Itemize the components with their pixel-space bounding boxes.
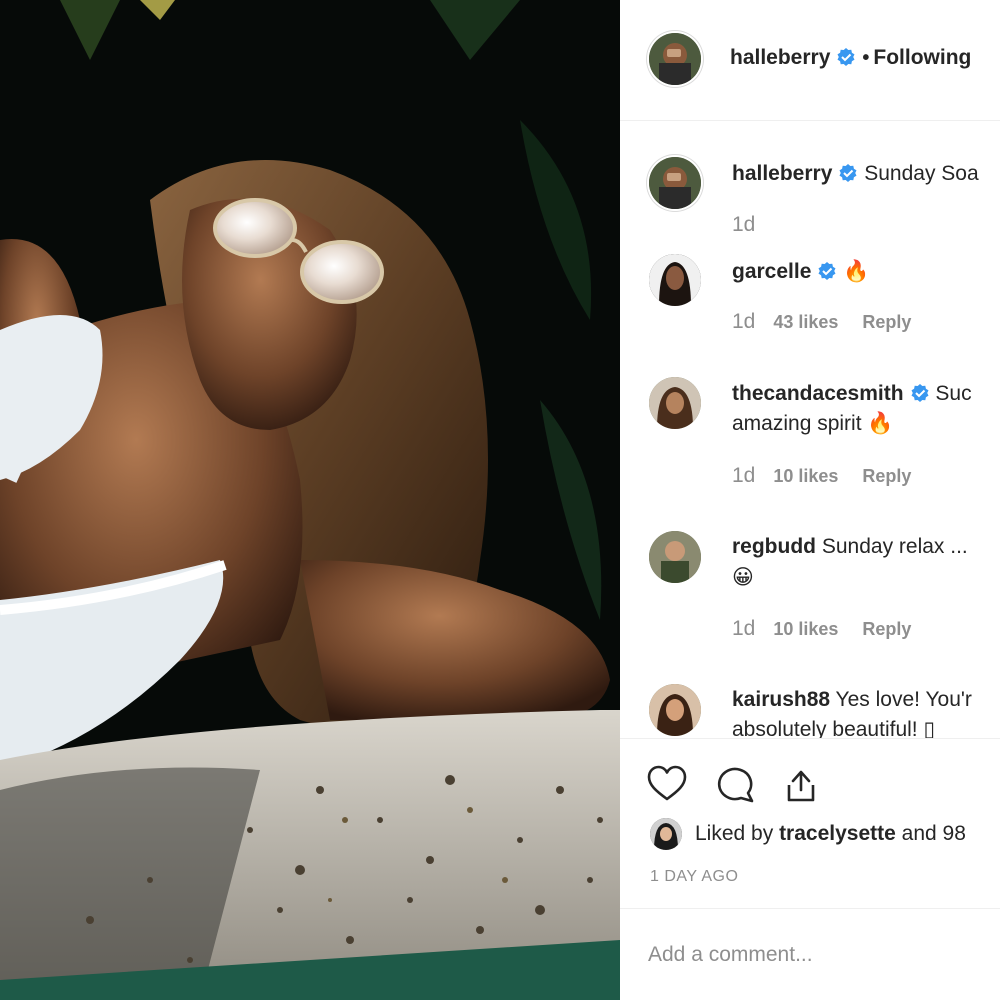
comment-likes[interactable]: 43 likes xyxy=(773,312,838,332)
avatar[interactable] xyxy=(649,684,701,736)
reply-button[interactable]: Reply xyxy=(862,619,911,639)
comment-username[interactable]: halleberry xyxy=(732,162,832,185)
liker-username[interactable]: tracelysette xyxy=(779,822,896,845)
post-header: halleberry • Following xyxy=(620,0,1000,121)
comment-likes[interactable]: 10 likes xyxy=(773,619,838,639)
verified-badge-icon xyxy=(818,262,836,280)
avatar[interactable] xyxy=(649,33,701,85)
comment-line: halleberry Sunday Soa xyxy=(732,159,979,189)
avatar-image xyxy=(649,254,701,306)
post-panel: halleberry • Following halleberry Sunday S… xyxy=(620,0,1000,1000)
avatar-image xyxy=(649,377,701,429)
avatar-image xyxy=(649,684,701,736)
comment-time[interactable]: 1d xyxy=(732,310,755,333)
comment-time[interactable]: 1d xyxy=(732,213,755,236)
comment-username[interactable]: regbudd xyxy=(732,535,816,558)
photo-illustration xyxy=(0,0,620,1000)
comment-text: Yes love! You'r xyxy=(835,688,972,711)
share-icon[interactable] xyxy=(780,763,822,805)
verified-badge-icon xyxy=(911,384,929,402)
comment-likes[interactable]: 10 likes xyxy=(773,466,838,486)
liked-by-text: Liked by tracelysette and 98 xyxy=(695,822,966,846)
avatar[interactable] xyxy=(649,157,701,209)
heart-icon[interactable] xyxy=(646,763,688,805)
comment-username[interactable]: kairush88 xyxy=(732,688,830,711)
avatar-image xyxy=(650,818,682,850)
comment-line: garcelle 🔥 xyxy=(732,256,869,287)
comment-line: regbudd Sunday relax ... xyxy=(732,532,968,562)
comment-line: kairush88 Yes love! You'r xyxy=(732,685,972,715)
avatar[interactable] xyxy=(649,531,701,583)
comment-text-continued: 😀 xyxy=(732,565,754,589)
comment-meta: 1d 43 likes Reply xyxy=(732,310,935,334)
header-username[interactable]: halleberry xyxy=(730,46,830,69)
header-user-line: halleberry • Following xyxy=(730,46,971,70)
comment-icon[interactable] xyxy=(714,763,756,805)
comment-username[interactable]: thecandacesmith xyxy=(732,382,904,405)
verified-badge-icon xyxy=(837,48,855,66)
comment-line-2: absolutely beautiful! ▯ xyxy=(732,715,935,738)
comment-line-2: 😀 xyxy=(732,562,754,592)
comment-text: Sunday Soa xyxy=(864,162,979,185)
avatar-image xyxy=(649,157,701,209)
avatar-image xyxy=(649,33,701,85)
comment-line: thecandacesmith Suc xyxy=(732,379,972,409)
post-photo[interactable] xyxy=(0,0,620,1000)
avatar[interactable] xyxy=(649,254,701,306)
comment-text: Sunday relax ... xyxy=(821,535,968,558)
reply-button[interactable]: Reply xyxy=(862,312,911,332)
comment-line-2: amazing spirit 🔥 xyxy=(732,409,894,439)
comment-meta: 1d xyxy=(732,213,773,237)
following-button[interactable]: Following xyxy=(873,46,971,69)
comment-username[interactable]: garcelle xyxy=(732,260,811,283)
comment-meta: 1d 10 likes Reply xyxy=(732,464,935,488)
comment-time[interactable]: 1d xyxy=(732,617,755,640)
comment-meta: 1d 10 likes Reply xyxy=(732,617,935,641)
comment-text-continued: absolutely beautiful! ▯ xyxy=(732,718,936,738)
avatar-image xyxy=(649,531,701,583)
add-comment-bar xyxy=(620,908,1000,1000)
post-timestamp[interactable]: 1 DAY AGO xyxy=(650,868,738,886)
comment-time[interactable]: 1d xyxy=(732,464,755,487)
liker-avatar[interactable] xyxy=(650,818,682,850)
reply-button[interactable]: Reply xyxy=(862,466,911,486)
likes-count[interactable]: and 98 xyxy=(896,822,966,845)
avatar[interactable] xyxy=(649,377,701,429)
separator-dot: • xyxy=(862,47,870,69)
verified-badge-icon xyxy=(839,164,857,182)
add-comment-input[interactable] xyxy=(648,937,988,973)
comment-text: 🔥 xyxy=(843,259,870,283)
comment-text-continued: amazing spirit 🔥 xyxy=(732,412,894,435)
comment-text: Suc xyxy=(935,382,972,405)
liked-by-prefix: Liked by xyxy=(695,822,780,845)
comments-list[interactable]: halleberry Sunday Soa 1d garcelle 🔥 1d 4… xyxy=(620,121,1000,738)
